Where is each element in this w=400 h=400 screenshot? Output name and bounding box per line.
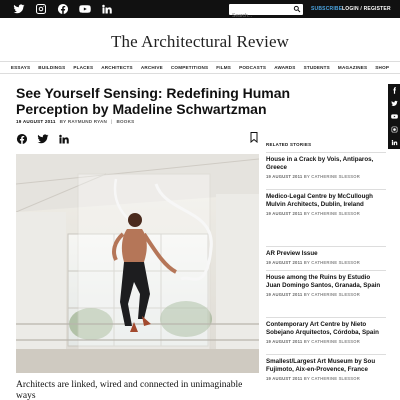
youtube-icon[interactable] [78, 3, 91, 15]
nav-item-students[interactable]: STUDENTS [304, 65, 330, 70]
login-register-link[interactable]: LOGIN / REGISTER [342, 6, 391, 12]
share-bar [16, 132, 70, 150]
story-meta: 19 AUGUST 2011 BY CATHERINE SLESSOR [266, 376, 360, 381]
article-meta: 19 AUGUST 2011 BY RAYMUND RYAN | BOOKS [16, 119, 134, 124]
instagram-icon[interactable] [391, 123, 398, 136]
related-story[interactable]: Medico-Legal Centre by McCullough Mulvin… [266, 189, 386, 246]
story-title[interactable]: Smallest/Largest Art Museum by Sou Fujim… [266, 358, 386, 374]
related-story[interactable]: Smallest/Largest Art Museum by Sou Fujim… [266, 354, 386, 390]
related-stories-list: House in a Crack by Vois, Antiparos, Gre… [266, 152, 386, 390]
story-meta: 19 AUGUST 2011 BY CATHERINE SLESSOR [266, 211, 360, 216]
bookmark-icon[interactable] [250, 132, 258, 143]
story-title[interactable]: House among the Ruins by Estudio Juan Do… [266, 274, 386, 290]
linkedin-share-icon[interactable] [58, 132, 70, 150]
nav-item-archive[interactable]: ARCHIVE [141, 65, 163, 70]
story-title[interactable]: House in a Crack by Vois, Antiparos, Gre… [266, 156, 386, 172]
nav-item-architects[interactable]: ARCHITECTS [101, 65, 133, 70]
related-story[interactable]: House in a Crack by Vois, Antiparos, Gre… [266, 152, 386, 189]
youtube-icon[interactable] [390, 110, 398, 123]
twitter-share-icon[interactable] [37, 132, 49, 150]
linkedin-icon[interactable] [391, 136, 398, 149]
story-meta: 19 AUGUST 2011 BY CATHERINE SLESSOR [266, 260, 360, 265]
story-meta: 19 AUGUST 2011 BY CATHERINE SLESSOR [266, 292, 360, 297]
story-meta: 19 AUGUST 2011 BY CATHERINE SLESSOR [266, 174, 360, 179]
top-bar: SUBSCRIBE LOGIN / REGISTER [0, 0, 400, 22]
nav-item-awards[interactable]: AWARDS [274, 65, 295, 70]
nav-item-podcasts[interactable]: PODCASTS [239, 65, 266, 70]
story-meta: 19 AUGUST 2011 BY CATHERINE SLESSOR [266, 339, 360, 344]
article-date: 19 AUGUST 2011 [16, 119, 56, 124]
story-title[interactable]: Medico-Legal Centre by McCullough Mulvin… [266, 193, 386, 209]
subscribe-link[interactable]: SUBSCRIBE [311, 6, 342, 12]
twitter-icon[interactable] [390, 97, 398, 110]
nav-item-shop[interactable]: SHOP [375, 65, 389, 70]
nav-item-competitions[interactable]: COMPETITIONS [171, 65, 208, 70]
related-story[interactable]: Contemporary Art Centre by Nieto Sobejan… [266, 317, 386, 354]
hero-illustration [16, 154, 259, 373]
social-links [12, 3, 113, 15]
facebook-icon[interactable] [391, 84, 398, 97]
main-nav: ESSAYS BUILDINGS PLACES ARCHITECTS ARCHI… [0, 62, 400, 74]
article-section-link[interactable]: BOOKS [117, 119, 135, 124]
nav-item-films[interactable]: FILMS [216, 65, 231, 70]
site-logo[interactable]: The Architectural Review [0, 32, 400, 52]
facebook-icon[interactable] [56, 3, 69, 15]
related-stories-heading: RELATED STORIES [266, 142, 312, 147]
hero-image [16, 154, 259, 373]
floating-social-bar [388, 84, 400, 149]
story-title[interactable]: AR Preview Issue [266, 250, 386, 258]
related-story[interactable]: AR Preview Issue 19 AUGUST 2011 BY CATHE… [266, 246, 386, 270]
twitter-icon[interactable] [12, 3, 25, 15]
nav-item-magazines[interactable]: MAGAZINES [338, 65, 367, 70]
linkedin-icon[interactable] [100, 3, 113, 15]
story-title[interactable]: Contemporary Art Centre by Nieto Sobejan… [266, 321, 386, 337]
search-icon[interactable] [293, 5, 301, 13]
article-author-link[interactable]: BY RAYMUND RYAN [60, 119, 107, 124]
masthead: The Architectural Review [0, 18, 400, 62]
nav-item-buildings[interactable]: BUILDINGS [38, 65, 65, 70]
image-caption: Architects are linked, wired and connect… [16, 380, 243, 400]
article-title: See Yourself Sensing: Redefining Human P… [16, 85, 291, 117]
facebook-share-icon[interactable] [16, 132, 28, 150]
nav-item-essays[interactable]: ESSAYS [11, 65, 30, 70]
nav-item-places[interactable]: PLACES [73, 65, 93, 70]
meta-divider: | [111, 119, 113, 124]
instagram-icon[interactable] [34, 3, 47, 15]
related-story[interactable]: House among the Ruins by Estudio Juan Do… [266, 270, 386, 317]
search-box [229, 4, 303, 22]
